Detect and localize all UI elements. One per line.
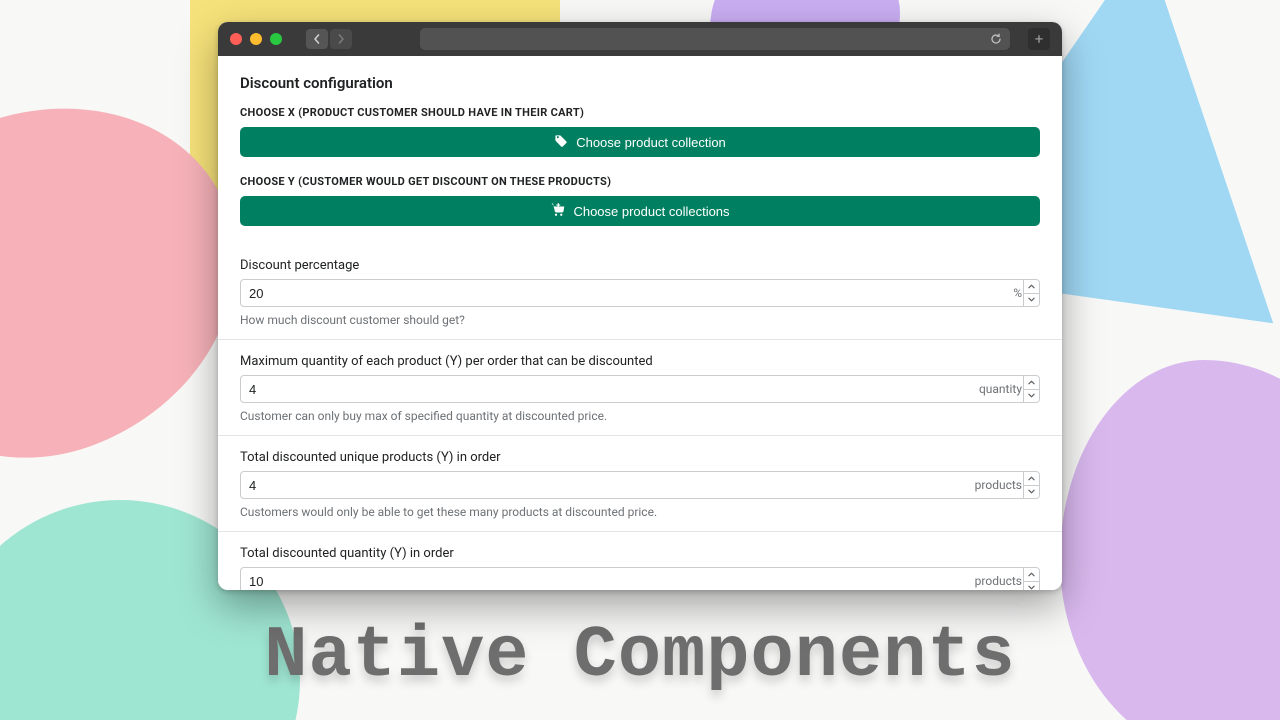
chevron-down-icon [1028,297,1035,302]
discount-percentage-stepper [1024,279,1040,307]
max-qty-each-help: Customer can only buy max of specified q… [240,409,1040,423]
chevron-down-icon [1028,489,1035,494]
choose-y-section: CHOOSE Y (CUSTOMER WOULD GET DISCOUNT ON… [240,175,1040,226]
discount-percentage-help: How much discount customer should get? [240,313,1040,327]
total-qty-field: Total discounted quantity (Y) in order p… [240,532,1040,590]
unique-products-input[interactable] [240,471,1024,499]
step-down-button[interactable] [1024,390,1039,403]
discount-percentage-input[interactable] [240,279,1024,307]
refresh-icon[interactable] [990,30,1002,49]
max-qty-each-input[interactable] [240,375,1024,403]
window-close-button[interactable] [230,33,242,45]
chevron-down-icon [1028,393,1035,398]
step-up-button[interactable] [1024,280,1039,294]
window-maximize-button[interactable] [270,33,282,45]
max-qty-each-label: Maximum quantity of each product (Y) per… [240,354,1040,369]
chevron-up-icon [1028,284,1035,289]
chevron-up-icon [1028,476,1035,481]
step-up-button[interactable] [1024,376,1039,390]
choose-x-label: CHOOSE X (PRODUCT CUSTOMER SHOULD HAVE I… [240,106,1040,119]
url-bar[interactable] [420,28,1010,50]
nav-forward-button[interactable] [330,29,352,49]
choose-y-button-label: Choose product collections [573,204,729,219]
chevron-up-icon [1028,572,1035,577]
choose-y-button[interactable]: Choose product collections [240,196,1040,226]
nav-buttons [306,29,352,49]
step-down-button[interactable] [1024,582,1039,591]
new-tab-button[interactable]: + [1028,28,1050,50]
unique-products-help: Customers would only be able to get thes… [240,505,1040,519]
choose-x-button-label: Choose product collection [576,135,726,150]
page-content: Discount configuration CHOOSE X (PRODUCT… [218,56,1062,590]
total-qty-label: Total discounted quantity (Y) in order [240,546,1040,561]
unique-products-stepper [1024,471,1040,499]
chevron-left-icon [312,34,322,44]
discount-percentage-label: Discount percentage [240,258,1040,273]
chevron-down-icon [1028,585,1035,590]
step-down-button[interactable] [1024,486,1039,499]
browser-titlebar: + [218,22,1062,56]
total-qty-stepper [1024,567,1040,590]
choose-x-section: CHOOSE X (PRODUCT CUSTOMER SHOULD HAVE I… [240,106,1040,157]
chevron-right-icon [336,34,346,44]
window-minimize-button[interactable] [250,33,262,45]
cart-icon [550,202,565,220]
step-up-button[interactable] [1024,472,1039,486]
plus-icon: + [1035,30,1044,48]
choose-x-button[interactable]: Choose product collection [240,127,1040,157]
page-title: Discount configuration [240,74,1040,92]
discount-percentage-field: Discount percentage % How much discount … [240,244,1040,339]
tag-icon [554,134,568,151]
max-qty-each-stepper [1024,375,1040,403]
hero-title: Native Components [0,615,1280,697]
total-qty-input[interactable] [240,567,1024,590]
browser-window: + Discount configuration CHOOSE X (PRODU… [218,22,1062,590]
unique-products-label: Total discounted unique products (Y) in … [240,450,1040,465]
chevron-up-icon [1028,380,1035,385]
nav-back-button[interactable] [306,29,328,49]
step-up-button[interactable] [1024,568,1039,582]
step-down-button[interactable] [1024,294,1039,307]
max-qty-each-field: Maximum quantity of each product (Y) per… [240,340,1040,435]
unique-products-field: Total discounted unique products (Y) in … [240,436,1040,531]
choose-y-label: CHOOSE Y (CUSTOMER WOULD GET DISCOUNT ON… [240,175,1040,188]
